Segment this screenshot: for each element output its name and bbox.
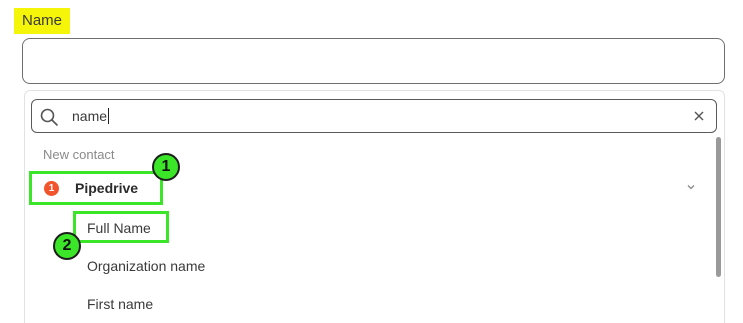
scrollbar[interactable] (716, 137, 721, 277)
option-first-name[interactable]: First name (87, 295, 153, 313)
zap-field-editor: Name name New contact 1 Pipedrive Full N… (0, 0, 743, 323)
search-value[interactable]: name (72, 100, 110, 132)
name-field[interactable] (22, 38, 725, 84)
highlight-box-full-name (73, 211, 169, 243)
chevron-down-icon[interactable] (686, 182, 696, 192)
option-organization-name[interactable]: Organization name (87, 257, 205, 275)
field-label: Name (14, 8, 71, 34)
search-input[interactable]: name (31, 99, 717, 133)
step-marker-1: 1 (152, 153, 180, 181)
highlight-box-pipedrive (29, 171, 163, 205)
close-icon[interactable] (692, 109, 706, 123)
search-icon (40, 108, 58, 126)
section-header: New contact (43, 147, 115, 162)
step-marker-2: 2 (53, 232, 81, 260)
